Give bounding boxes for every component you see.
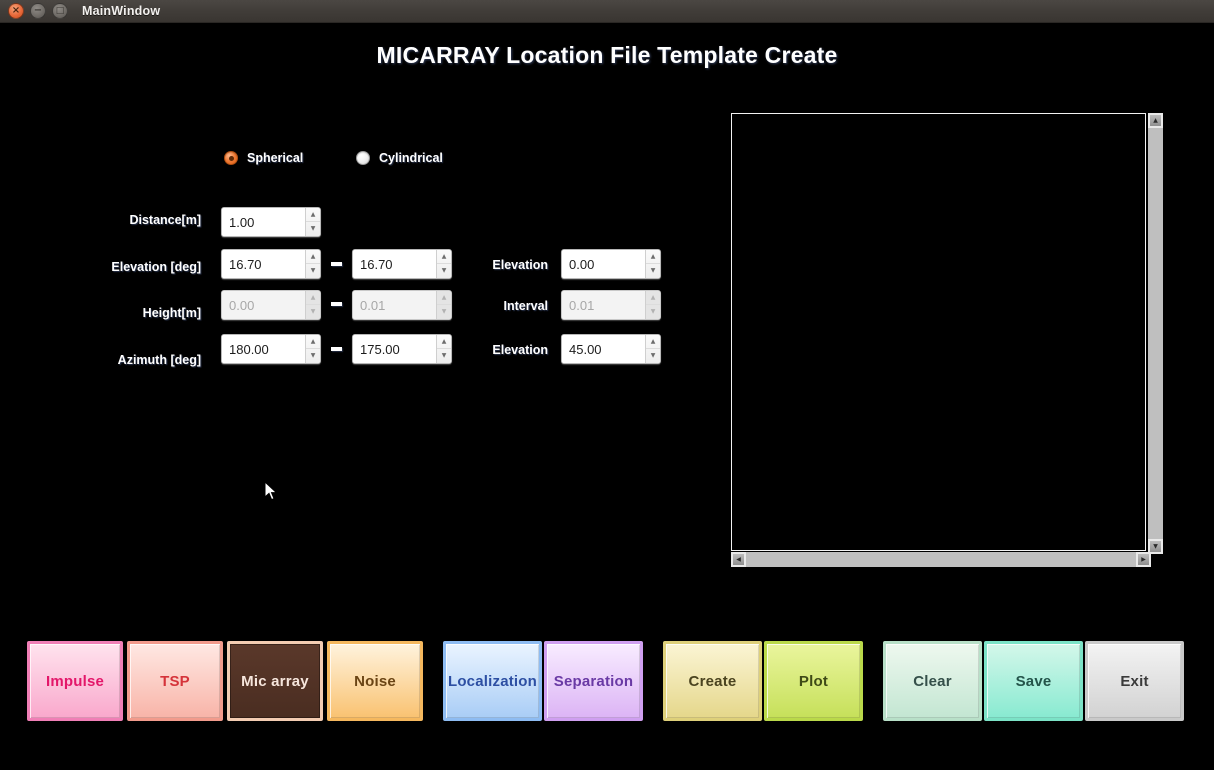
spinner-up-icon[interactable]: ▲ (306, 208, 320, 222)
spinner-buttons[interactable]: ▲ ▼ (645, 250, 660, 278)
radio-dot-icon (356, 151, 370, 165)
label-interval: Interval (503, 299, 548, 313)
button-mic-array[interactable]: Mic array (227, 641, 323, 721)
horizontal-scrollbar-trough[interactable] (746, 552, 1136, 567)
button-label: Save (1015, 672, 1052, 690)
spinner-buttons[interactable]: ▲ ▼ (305, 250, 320, 278)
button-label: Exit (1120, 672, 1149, 690)
input-elevation-end-value: 16.70 (353, 250, 436, 278)
separator-dash-height (331, 302, 342, 306)
button-label: Plot (798, 672, 829, 690)
vertical-scrollbar-trough[interactable] (1148, 128, 1163, 546)
input-distance-start[interactable]: 1.00 ▲ ▼ (221, 207, 321, 237)
input-elevation-start-value: 16.70 (222, 250, 305, 278)
button-save[interactable]: Save (984, 641, 1083, 721)
mouse-cursor (264, 481, 278, 501)
button-label: TSP (160, 672, 190, 690)
input-azimuth-start-value: 180.00 (222, 335, 305, 363)
coordinate-mode-group: Spherical Cylindrical (224, 151, 443, 165)
button-tsp[interactable]: TSP (127, 641, 223, 721)
spinner-up-icon[interactable]: ▲ (306, 291, 320, 305)
input-height-end-value: 0.01 (353, 291, 436, 319)
spinner-down-icon[interactable]: ▼ (306, 264, 320, 278)
separator-dash-elevation (331, 262, 342, 266)
button-label: Create (688, 672, 737, 690)
minimize-icon[interactable]: − (30, 3, 46, 19)
radio-spherical[interactable]: Spherical (224, 151, 356, 165)
radio-spherical-label: Spherical (247, 151, 304, 165)
spinner-up-icon[interactable]: ▲ (646, 250, 660, 264)
main-window: × − □ MainWindow MICARRAY Location File … (0, 0, 1214, 770)
input-interval-value: 0.01 (562, 291, 645, 319)
input-right-elevation-2[interactable]: 45.00 ▲ ▼ (561, 334, 661, 364)
label-right-elevation-1: Elevation (492, 258, 548, 272)
radio-cylindrical[interactable]: Cylindrical (356, 151, 443, 165)
input-distance-start-value: 1.00 (222, 208, 305, 236)
button-create[interactable]: Create (663, 641, 762, 721)
button-label: Clear (913, 672, 952, 690)
button-label: Impulse (45, 672, 105, 690)
label-right-elevation-2: Elevation (492, 343, 548, 357)
scroll-left-icon[interactable]: ◀ (731, 552, 746, 567)
input-right-elevation-1-value: 0.00 (562, 250, 645, 278)
input-right-elevation-1[interactable]: 0.00 ▲ ▼ (561, 249, 661, 279)
input-elevation-start[interactable]: 16.70 ▲ ▼ (221, 249, 321, 279)
spinner-down-icon[interactable]: ▼ (306, 305, 320, 319)
window-titlebar: × − □ MainWindow (0, 0, 1214, 23)
page-title: MICARRAY Location File Template Create (376, 42, 838, 68)
button-localization[interactable]: Localization (443, 641, 542, 721)
label-distance: Distance[m] (129, 213, 201, 227)
button-plot[interactable]: Plot (764, 641, 863, 721)
spinner-down-icon[interactable]: ▼ (646, 305, 660, 319)
spinner-buttons[interactable]: ▲ ▼ (645, 335, 660, 363)
maximize-glyph: □ (55, 5, 65, 16)
button-exit[interactable]: Exit (1085, 641, 1184, 721)
button-label: Localization (447, 672, 538, 690)
scroll-right-icon[interactable]: ▶ (1136, 552, 1151, 567)
radio-cylindrical-label: Cylindrical (379, 151, 443, 165)
spinner-up-icon[interactable]: ▲ (306, 335, 320, 349)
button-label: Noise (354, 672, 396, 690)
input-height-start-value: 0.00 (222, 291, 305, 319)
window-title: MainWindow (82, 4, 161, 18)
plot-canvas[interactable] (731, 113, 1146, 551)
scroll-up-icon[interactable]: ▲ (1148, 113, 1163, 128)
spinner-buttons[interactable]: ▲ ▼ (305, 291, 320, 319)
minimize-glyph: − (33, 5, 43, 16)
separator-dash-azimuth (331, 347, 342, 351)
input-azimuth-end-value: 175.00 (353, 335, 436, 363)
button-label: Mic array (241, 672, 309, 690)
spinner-buttons[interactable]: ▲ ▼ (305, 335, 320, 363)
spinner-up-icon[interactable]: ▲ (646, 335, 660, 349)
input-azimuth-start[interactable]: 180.00 ▲ ▼ (221, 334, 321, 364)
label-elevation-deg: Elevation [deg] (111, 260, 201, 274)
close-icon[interactable]: × (8, 3, 24, 19)
button-impulse[interactable]: Impulse (27, 641, 123, 721)
input-right-elevation-2-value: 45.00 (562, 335, 645, 363)
maximize-icon[interactable]: □ (52, 3, 68, 19)
input-height-start[interactable]: 0.00 ▲ ▼ (221, 290, 321, 320)
spinner-up-icon[interactable]: ▲ (646, 291, 660, 305)
button-noise[interactable]: Noise (327, 641, 423, 721)
spinner-down-icon[interactable]: ▼ (306, 349, 320, 363)
button-label: Separation (553, 672, 634, 690)
close-glyph: × (11, 5, 21, 16)
radio-dot-icon (224, 151, 238, 165)
spinner-down-icon[interactable]: ▼ (646, 264, 660, 278)
spinner-buttons[interactable]: ▲ ▼ (645, 291, 660, 319)
spinner-up-icon[interactable]: ▲ (306, 250, 320, 264)
label-azimuth-deg: Azimuth [deg] (117, 353, 201, 367)
spinner-down-icon[interactable]: ▼ (646, 349, 660, 363)
button-clear[interactable]: Clear (883, 641, 982, 721)
spinner-down-icon[interactable]: ▼ (306, 222, 320, 236)
label-height: Height[m] (142, 306, 201, 320)
spinner-buttons[interactable]: ▲ ▼ (305, 208, 320, 236)
input-interval[interactable]: 0.01 ▲ ▼ (561, 290, 661, 320)
button-separation[interactable]: Separation (544, 641, 643, 721)
